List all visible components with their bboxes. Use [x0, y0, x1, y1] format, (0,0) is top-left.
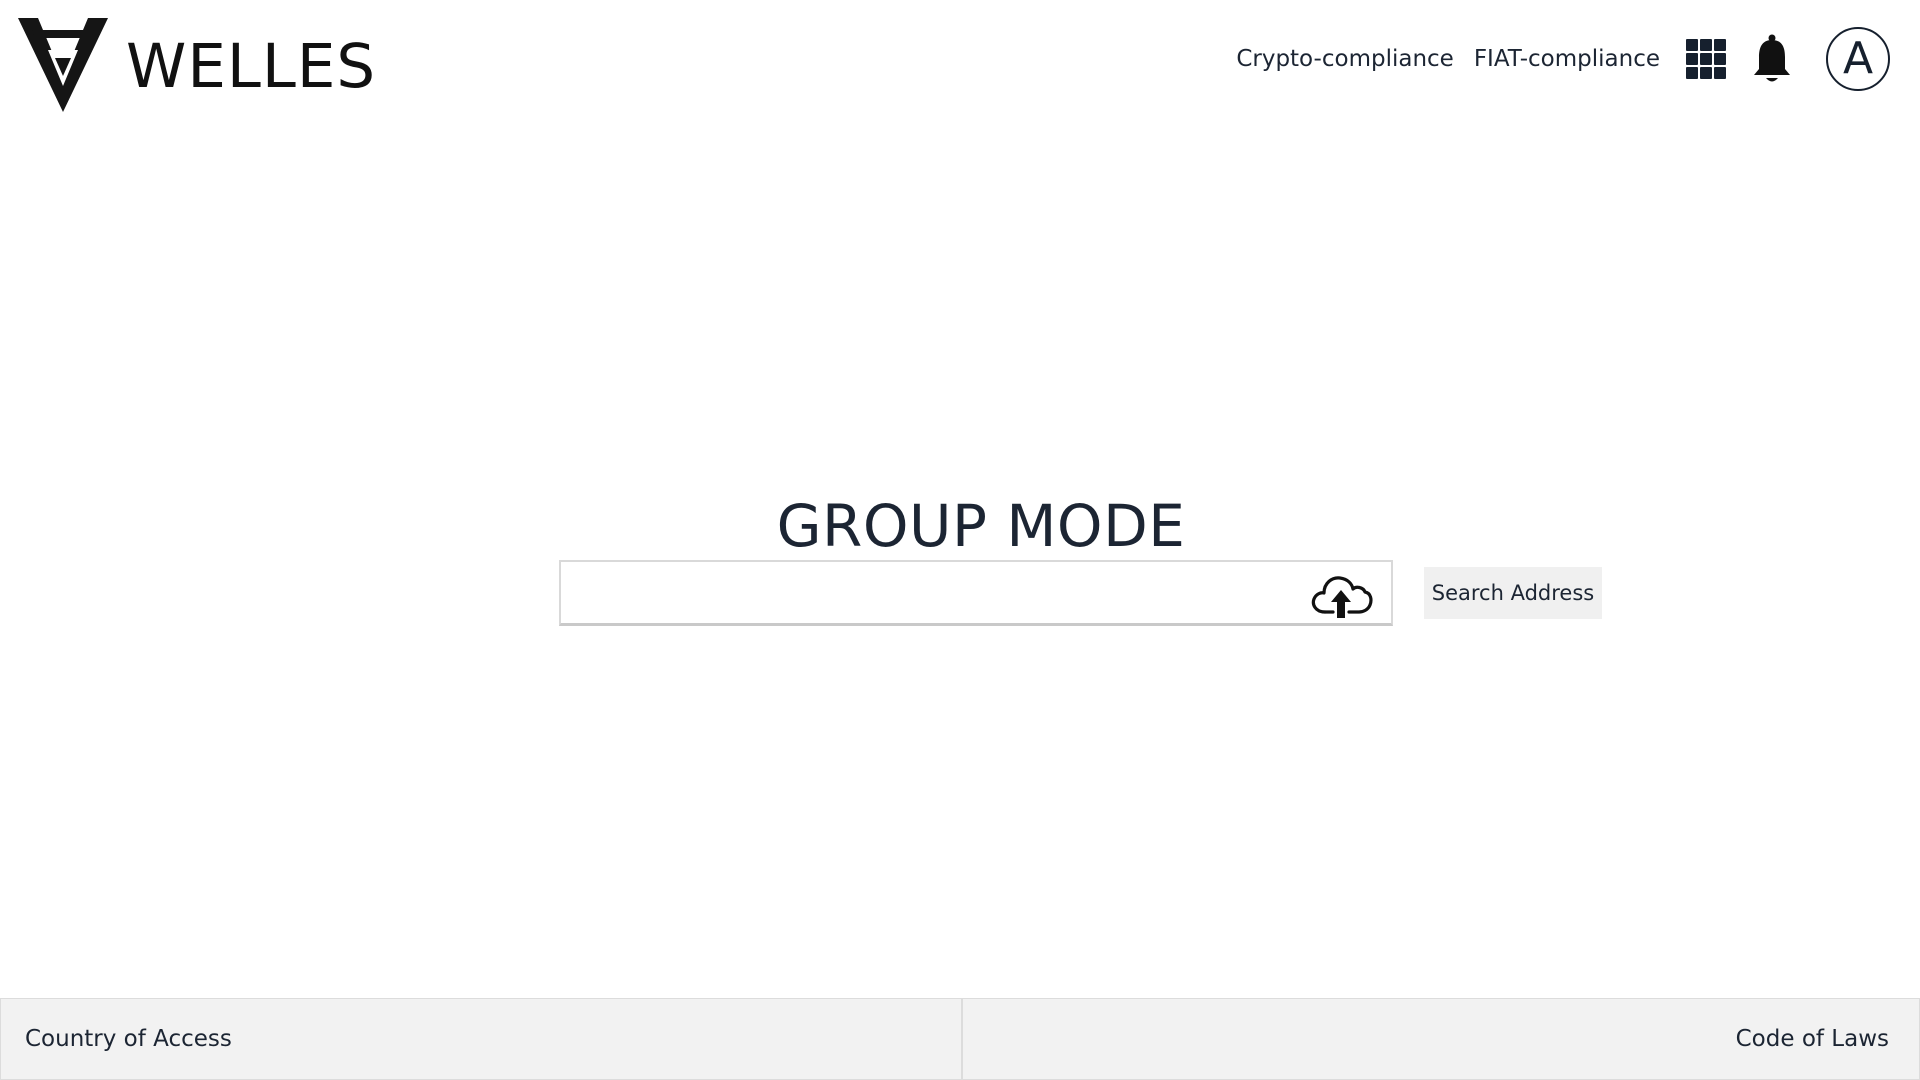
footer-code-of-laws[interactable]: Code of Laws	[962, 998, 1920, 1080]
cloud-upload-icon[interactable]	[1309, 572, 1373, 618]
nav-link-crypto-compliance[interactable]: Crypto-compliance	[1236, 46, 1454, 72]
footer-country-of-access[interactable]: Country of Access	[0, 998, 962, 1080]
bell-icon[interactable]	[1752, 33, 1792, 85]
address-search-input[interactable]	[561, 562, 1321, 623]
search-address-button[interactable]: Search Address	[1424, 567, 1602, 619]
brand-name: WELLES	[126, 30, 377, 102]
address-search-box	[559, 560, 1393, 626]
top-header: WELLES Crypto-compliance FIAT-compliance…	[0, 0, 1920, 130]
footer: Country of Access Code of Laws	[0, 998, 1920, 1080]
page-title: GROUP MODE	[776, 491, 1186, 560]
welles-v-logo-icon	[18, 18, 108, 112]
top-nav: Crypto-compliance FIAT-compliance A	[1236, 22, 1890, 96]
nav-link-fiat-compliance[interactable]: FIAT-compliance	[1474, 46, 1660, 72]
user-avatar[interactable]: A	[1826, 27, 1890, 91]
page: WELLES Crypto-compliance FIAT-compliance…	[0, 0, 1920, 1080]
brand-logo[interactable]: WELLES	[18, 18, 376, 112]
grid-apps-icon[interactable]	[1686, 39, 1726, 79]
